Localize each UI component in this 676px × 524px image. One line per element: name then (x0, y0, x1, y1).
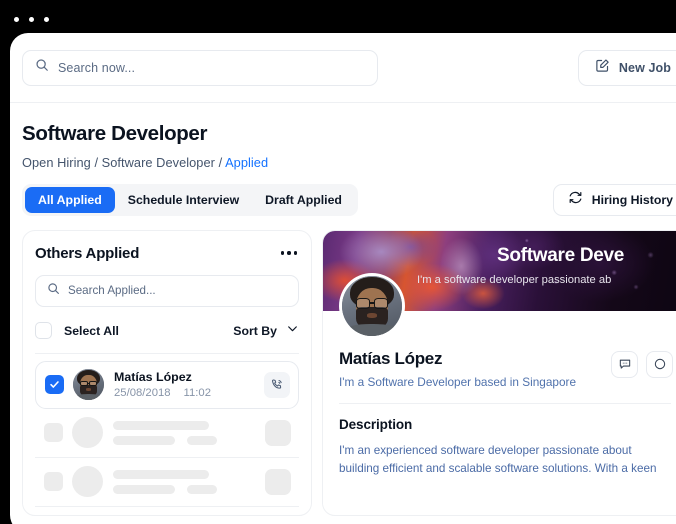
window-dot-2[interactable] (29, 17, 34, 22)
skeleton-line-primary (113, 469, 209, 479)
skeleton-line-primary (113, 420, 209, 430)
profile-actions (611, 350, 673, 378)
hiring-history-button[interactable]: Hiring History (552, 183, 676, 216)
description-line-2: building efficient and scalable software… (339, 461, 657, 475)
tab-group: All Applied Schedule Interview Draft App… (22, 183, 358, 216)
others-applied-header: Others Applied (35, 245, 299, 262)
search-icon (35, 58, 49, 77)
chevron-down-icon (286, 322, 299, 340)
skeleton-line-row (113, 484, 265, 494)
search-input[interactable]: Search now... (22, 49, 378, 86)
skeleton-line-secondary (113, 484, 175, 494)
candidate-submeta: 25/08/2018 11:02 (114, 387, 264, 399)
search-placeholder: Search now... (58, 60, 136, 75)
skeleton-action (265, 468, 291, 495)
secondary-action-icon[interactable] (646, 350, 673, 378)
skeleton-checkbox (44, 472, 63, 492)
skeleton-action (265, 419, 291, 446)
skeleton-checkbox (44, 423, 63, 443)
select-all-label: Select All (64, 323, 119, 338)
candidate-checkbox[interactable] (45, 375, 64, 395)
edit-square-icon (595, 58, 610, 78)
phone-call-icon[interactable] (264, 371, 290, 398)
profile-tagline: I'm a Software Developer based in Singap… (339, 374, 577, 389)
description-title: Description (339, 416, 413, 432)
top-bar: Search now... New Job (10, 33, 676, 103)
tab-schedule-interview[interactable]: Schedule Interview (115, 187, 252, 213)
window-dot-3[interactable] (44, 17, 49, 22)
chat-bubble-icon[interactable] (611, 350, 638, 378)
sort-by-label: Sort By (233, 323, 277, 338)
tab-draft-applied[interactable]: Draft Applied (252, 187, 355, 213)
refresh-cycle-icon (568, 190, 583, 210)
screen-root: Search now... New Job Software Developer… (0, 0, 676, 524)
avatar (73, 369, 104, 401)
skeleton-lines (113, 469, 265, 494)
others-applied-panel: Others Applied Search Applied... Select … (22, 229, 312, 516)
candidate-detail-panel: Software Deve I'm a software developer p… (322, 229, 676, 516)
breadcrumb-active[interactable]: Applied (225, 155, 268, 170)
others-applied-title: Others Applied (35, 244, 140, 262)
candidate-time: 11:02 (183, 387, 211, 400)
description-body: I'm an experienced software developer pa… (339, 442, 671, 478)
search-applied-placeholder: Search Applied... (68, 284, 156, 298)
list-item-candidate[interactable]: Matías López 25/08/2018 11:02 (35, 360, 299, 409)
select-all-checkbox[interactable] (35, 322, 52, 340)
window-dot-1[interactable] (14, 17, 19, 22)
body-columns: Others Applied Search Applied... Select … (10, 216, 676, 516)
sort-by-dropdown[interactable]: Sort By (233, 322, 299, 340)
candidate-date: 25/08/2018 (114, 387, 171, 400)
description-section: Description I'm an experienced software … (323, 404, 676, 478)
hiring-history-label: Hiring History (591, 192, 673, 207)
skeleton-line-secondary (113, 435, 175, 445)
skeleton-lines (113, 420, 265, 445)
profile-names: Matías López I'm a Software Developer ba… (339, 349, 611, 389)
page-header: Software Developer Open Hiring / Softwar… (10, 103, 676, 170)
tab-all-applied[interactable]: All Applied (25, 186, 115, 213)
skeleton-avatar (72, 417, 103, 449)
breadcrumb-root[interactable]: Open Hiring (22, 155, 91, 170)
window-controls (14, 17, 49, 22)
new-job-label: New Job (618, 60, 671, 75)
skeleton-line-tertiary (187, 484, 217, 494)
candidate-meta: Matías López 25/08/2018 11:02 (114, 370, 264, 400)
banner-subtitle: I'm a software developer passionate ab (417, 273, 612, 286)
breadcrumb: Open Hiring / Software Developer / Appli… (22, 155, 676, 170)
skeleton-line-tertiary (187, 435, 217, 445)
skeleton-avatar (72, 466, 103, 498)
skeleton-avatar (72, 515, 103, 516)
list-divider (35, 352, 299, 354)
breadcrumb-middle[interactable]: Software Developer (102, 155, 215, 170)
list-item-skeleton (35, 458, 299, 506)
candidate-name: Matías López (114, 369, 192, 384)
search-icon (47, 282, 60, 300)
profile-name: Matías López (339, 348, 443, 368)
list-item-skeleton (35, 507, 299, 516)
app-window: Search now... New Job Software Developer… (10, 33, 676, 524)
page-title: Software Developer (22, 122, 208, 145)
description-line-1: I'm an experienced software developer pa… (339, 443, 632, 457)
banner-title: Software Deve (497, 244, 625, 266)
select-all-row: Select All Sort By (35, 320, 299, 342)
list-item-skeleton (35, 409, 299, 457)
profile-avatar (339, 272, 405, 339)
search-applied-input[interactable]: Search Applied... (35, 274, 299, 307)
breadcrumb-sep-2: / (218, 154, 223, 170)
skeleton-line-row (113, 435, 265, 445)
more-horizontal-icon[interactable] (279, 247, 300, 259)
new-job-button[interactable]: New Job (577, 49, 676, 86)
tabs-row: All Applied Schedule Interview Draft App… (10, 183, 676, 216)
breadcrumb-sep-1: / (94, 154, 99, 170)
